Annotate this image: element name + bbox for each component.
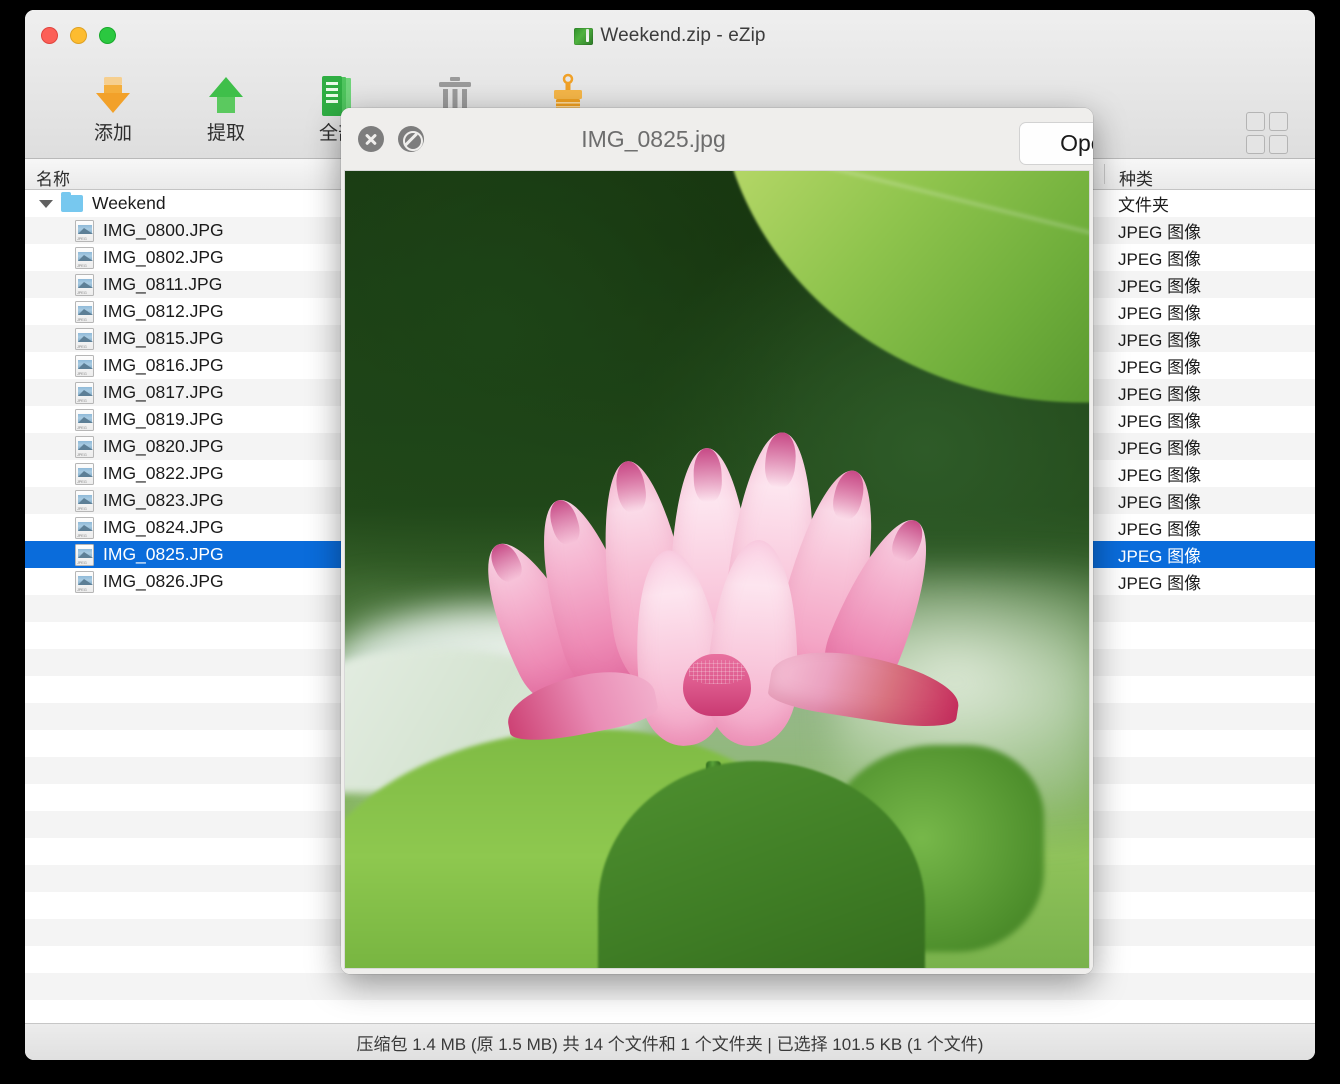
file-name-label: IMG_0811.JPG bbox=[103, 274, 223, 294]
file-name-label: IMG_0817.JPG bbox=[103, 382, 224, 402]
file-name-cell: JPEG IMG_0822.JPG bbox=[25, 460, 224, 487]
file-name-label: IMG_0823.JPG bbox=[103, 490, 224, 510]
jpeg-file-icon: JPEG bbox=[75, 543, 94, 566]
file-name-cell: JPEG IMG_0800.JPG bbox=[25, 217, 224, 244]
jpeg-file-icon: JPEG bbox=[75, 300, 94, 323]
file-kind-cell: JPEG 图像 bbox=[1118, 493, 1202, 512]
file-kind-cell: JPEG 图像 bbox=[1118, 412, 1202, 431]
file-name-cell: Weekend bbox=[25, 190, 166, 217]
quicklook-body bbox=[341, 170, 1093, 974]
jpeg-file-icon: JPEG bbox=[75, 462, 94, 485]
quicklook-header: IMG_0825.jpg Open with Preview bbox=[341, 108, 1093, 170]
grid-cell bbox=[1246, 112, 1265, 131]
file-kind-cell: JPEG 图像 bbox=[1118, 358, 1202, 377]
file-kind-cell: JPEG 图像 bbox=[1118, 520, 1202, 539]
status-bar-text: 压缩包 1.4 MB (原 1.5 MB) 共 14 个文件和 1 个文件夹 |… bbox=[356, 1034, 984, 1054]
close-circle-icon[interactable] bbox=[358, 126, 384, 152]
jpeg-file-icon: JPEG bbox=[75, 570, 94, 593]
status-bar: 压缩包 1.4 MB (原 1.5 MB) 共 14 个文件和 1 个文件夹 |… bbox=[25, 1023, 1315, 1060]
file-name-cell: JPEG IMG_0802.JPG bbox=[25, 244, 224, 271]
file-name-cell: JPEG IMG_0816.JPG bbox=[25, 352, 224, 379]
disclosure-triangle-icon[interactable] bbox=[39, 199, 53, 208]
file-kind-cell: JPEG 图像 bbox=[1118, 223, 1202, 242]
file-kind-cell: JPEG 图像 bbox=[1118, 466, 1202, 485]
file-name-label: IMG_0822.JPG bbox=[103, 463, 224, 483]
file-name-cell: JPEG IMG_0815.JPG bbox=[25, 325, 224, 352]
file-name-label: IMG_0800.JPG bbox=[103, 220, 224, 240]
file-name-label: IMG_0819.JPG bbox=[103, 409, 224, 429]
archive-icon bbox=[574, 27, 594, 45]
quicklook-panel: IMG_0825.jpg Open with Preview bbox=[341, 108, 1093, 974]
jpeg-file-icon: JPEG bbox=[75, 354, 94, 377]
file-kind-cell: JPEG 图像 bbox=[1118, 277, 1202, 296]
file-name-cell: JPEG IMG_0825.JPG bbox=[25, 541, 224, 568]
extract-label: 提取 bbox=[206, 123, 245, 144]
photo-lotus-flower bbox=[464, 418, 964, 798]
jpeg-file-icon: JPEG bbox=[75, 408, 94, 431]
file-kind-cell: JPEG 图像 bbox=[1118, 331, 1202, 350]
file-name-cell: JPEG IMG_0826.JPG bbox=[25, 568, 224, 595]
no-entry-circle-icon[interactable] bbox=[398, 126, 424, 152]
add-button[interactable]: 添加 bbox=[65, 70, 161, 145]
extract-button[interactable]: 提取 bbox=[178, 70, 274, 145]
file-name-cell: JPEG IMG_0820.JPG bbox=[25, 433, 224, 460]
open-with-preview-button[interactable]: Open with Preview bbox=[1019, 122, 1093, 165]
file-name-cell: JPEG IMG_0812.JPG bbox=[25, 298, 224, 325]
column-header-kind[interactable]: 种类 bbox=[1104, 164, 1153, 189]
file-name-label: Weekend bbox=[92, 193, 166, 213]
file-name-cell: JPEG IMG_0817.JPG bbox=[25, 379, 224, 406]
file-kind-cell: JPEG 图像 bbox=[1118, 574, 1202, 593]
window-title-text: Weekend.zip - eZip bbox=[600, 25, 766, 46]
window-title: Weekend.zip - eZip bbox=[25, 10, 1315, 62]
file-kind-cell: 文件夹 bbox=[1118, 196, 1169, 215]
file-kind-cell: JPEG 图像 bbox=[1118, 547, 1202, 566]
file-kind-cell: JPEG 图像 bbox=[1118, 250, 1202, 269]
window-title-bar: Weekend.zip - eZip bbox=[25, 10, 1315, 62]
quicklook-photo bbox=[344, 170, 1090, 969]
file-kind-cell: JPEG 图像 bbox=[1118, 385, 1202, 404]
jpeg-file-icon: JPEG bbox=[75, 246, 94, 269]
jpeg-file-icon: JPEG bbox=[75, 489, 94, 512]
file-name-cell: JPEG IMG_0824.JPG bbox=[25, 514, 224, 541]
file-name-label: IMG_0812.JPG bbox=[103, 301, 224, 321]
file-name-label: IMG_0820.JPG bbox=[103, 436, 224, 456]
jpeg-file-icon: JPEG bbox=[75, 516, 94, 539]
file-name-label: IMG_0826.JPG bbox=[103, 571, 224, 591]
file-name-cell: JPEG IMG_0823.JPG bbox=[25, 487, 224, 514]
grid-cell bbox=[1269, 135, 1288, 154]
jpeg-file-icon: JPEG bbox=[75, 273, 94, 296]
jpeg-file-icon: JPEG bbox=[75, 435, 94, 458]
add-label: 添加 bbox=[93, 123, 132, 144]
table-row-empty[interactable] bbox=[25, 973, 1315, 1000]
grid-cell bbox=[1246, 135, 1265, 154]
jpeg-file-icon: JPEG bbox=[75, 381, 94, 404]
column-header-name[interactable]: 名称 bbox=[36, 165, 70, 190]
arrow-up-icon bbox=[178, 70, 274, 120]
file-name-cell: JPEG IMG_0819.JPG bbox=[25, 406, 224, 433]
jpeg-file-icon: JPEG bbox=[75, 219, 94, 242]
jpeg-file-icon: JPEG bbox=[75, 327, 94, 350]
table-row-empty[interactable] bbox=[25, 1000, 1315, 1023]
grid-cell bbox=[1269, 112, 1288, 131]
file-kind-cell: JPEG 图像 bbox=[1118, 304, 1202, 323]
file-name-label: IMG_0802.JPG bbox=[103, 247, 224, 267]
ezip-window: Weekend.zip - eZip 添加 提取 全部 名称 种类 Weeken… bbox=[25, 10, 1315, 1060]
file-name-label: IMG_0825.JPG bbox=[103, 544, 224, 564]
photo-seed-pod bbox=[683, 653, 751, 716]
file-name-label: IMG_0816.JPG bbox=[103, 355, 224, 375]
file-kind-cell: JPEG 图像 bbox=[1118, 439, 1202, 458]
file-name-label: IMG_0815.JPG bbox=[103, 328, 224, 348]
petal-drooping-right bbox=[766, 642, 964, 734]
folder-icon bbox=[61, 192, 83, 212]
quicklook-filename: IMG_0825.jpg bbox=[581, 125, 726, 152]
grid-view-icon[interactable] bbox=[1246, 112, 1288, 154]
arrow-down-icon bbox=[65, 70, 161, 120]
file-name-cell: JPEG IMG_0811.JPG bbox=[25, 271, 222, 298]
file-name-label: IMG_0824.JPG bbox=[103, 517, 224, 537]
